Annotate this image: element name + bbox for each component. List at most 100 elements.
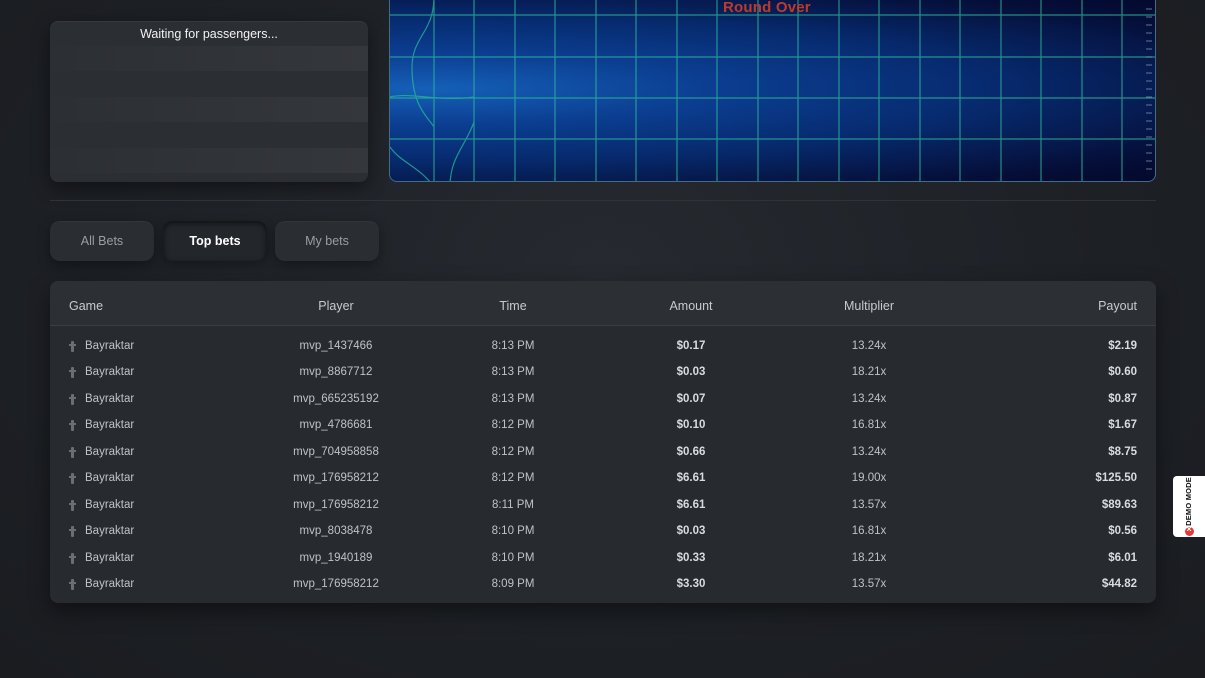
- table-row: Bayraktar mvp_4786681 8:12 PM $0.10 16.8…: [50, 413, 1156, 439]
- time-cell: 8:13 PM: [491, 366, 535, 378]
- round-status: Round Over: [723, 0, 811, 16]
- game-cell: Bayraktar: [69, 340, 134, 352]
- game-cell: Bayraktar: [69, 419, 134, 431]
- table-row: Bayraktar mvp_176958212 8:12 PM $6.61 19…: [50, 466, 1156, 492]
- table-row: Bayraktar mvp_1437466 8:13 PM $0.17 13.2…: [50, 334, 1156, 360]
- demo-mode-badge[interactable]: DEMO MODE: [1173, 476, 1205, 537]
- passengers-panel: Waiting for passengers...: [50, 21, 368, 182]
- time-cell: 8:12 PM: [491, 446, 535, 458]
- payout-cell: $89.63: [1101, 499, 1137, 511]
- drone-icon: [69, 525, 76, 537]
- game-cell: Bayraktar: [69, 578, 134, 590]
- drone-icon: [69, 419, 76, 431]
- amount-cell: $0.10: [676, 419, 706, 431]
- drone-icon: [69, 366, 76, 378]
- close-icon[interactable]: [1184, 524, 1194, 537]
- game-name: Bayraktar: [85, 393, 135, 405]
- time-cell: 8:11 PM: [492, 499, 534, 511]
- column-header-player: Player: [318, 299, 354, 313]
- game-cell: Bayraktar: [69, 499, 134, 511]
- column-header-payout: Payout: [1098, 299, 1137, 313]
- payout-cell: $0.60: [1108, 366, 1137, 378]
- multiplier-cell: 13.57x: [851, 499, 887, 511]
- game-cell: Bayraktar: [69, 393, 134, 405]
- game-cell: Bayraktar: [69, 472, 134, 484]
- player-cell: mvp_8038478: [299, 525, 373, 537]
- player-cell: mvp_704958858: [293, 446, 379, 458]
- multiplier-cell: 18.21x: [851, 552, 887, 564]
- game-grid: [390, 0, 1155, 181]
- multiplier-cell: 19.00x: [851, 472, 887, 484]
- game-name: Bayraktar: [85, 499, 135, 511]
- game-cell: Bayraktar: [69, 446, 134, 458]
- table-row: Bayraktar mvp_176958212 8:09 PM $3.30 13…: [50, 572, 1156, 598]
- drone-icon: [69, 578, 76, 590]
- game-name: Bayraktar: [85, 552, 135, 564]
- time-cell: 8:12 PM: [491, 419, 535, 431]
- game-name: Bayraktar: [85, 366, 135, 378]
- tab-my-bets[interactable]: My bets: [275, 221, 379, 261]
- amount-cell: $0.03: [676, 366, 706, 378]
- time-cell: 8:13 PM: [491, 393, 535, 405]
- game-cell: Bayraktar: [69, 525, 134, 537]
- game-name: Bayraktar: [85, 419, 135, 431]
- player-cell: mvp_665235192: [293, 393, 379, 405]
- passenger-slot: [50, 97, 368, 122]
- multiplier-cell: 16.81x: [851, 419, 887, 431]
- player-cell: mvp_1940189: [299, 552, 373, 564]
- game-name: Bayraktar: [85, 446, 135, 458]
- column-header-game: Game: [69, 299, 104, 313]
- drone-icon: [69, 340, 76, 352]
- player-cell: mvp_176958212: [293, 578, 379, 590]
- table-header: Game Player Time Amount Multiplier Payou…: [50, 281, 1156, 326]
- player-cell: mvp_176958212: [293, 472, 379, 484]
- game-canvas: Round Over: [389, 0, 1156, 182]
- tab-top-bets[interactable]: Top bets: [163, 221, 267, 261]
- amount-cell: $0.17: [676, 340, 706, 352]
- passenger-slot: [50, 46, 368, 71]
- player-cell: mvp_176958212: [293, 499, 379, 511]
- multiplier-cell: 18.21x: [851, 366, 887, 378]
- table-row: Bayraktar mvp_8867712 8:13 PM $0.03 18.2…: [50, 360, 1156, 386]
- drone-icon: [69, 393, 76, 405]
- column-header-time: Time: [499, 299, 527, 313]
- game-cell: Bayraktar: [69, 366, 134, 378]
- game-name: Bayraktar: [85, 472, 135, 484]
- amount-cell: $6.61: [676, 499, 706, 511]
- game-name: Bayraktar: [85, 525, 135, 537]
- game-name: Bayraktar: [85, 578, 135, 590]
- payout-cell: $44.82: [1101, 578, 1137, 590]
- player-cell: mvp_8867712: [299, 366, 373, 378]
- table-row: Bayraktar mvp_176958212 8:11 PM $6.61 13…: [50, 493, 1156, 519]
- drone-icon: [69, 499, 76, 511]
- amount-cell: $3.30: [676, 578, 706, 590]
- multiplier-cell: 13.57x: [851, 578, 887, 590]
- column-header-amount: Amount: [669, 299, 713, 313]
- drone-icon: [69, 472, 76, 484]
- multiplier-cell: 16.81x: [851, 525, 887, 537]
- section-divider: [50, 200, 1156, 201]
- game-name: Bayraktar: [85, 340, 135, 352]
- payout-cell: $0.56: [1108, 525, 1137, 537]
- multiplier-cell: 13.24x: [851, 446, 887, 458]
- table-row: Bayraktar mvp_1940189 8:10 PM $0.33 18.2…: [50, 546, 1156, 572]
- payout-cell: $125.50: [1095, 472, 1137, 484]
- payout-cell: $2.19: [1108, 340, 1137, 352]
- player-cell: mvp_4786681: [299, 419, 373, 431]
- player-cell: mvp_1437466: [299, 340, 373, 352]
- passengers-status: Waiting for passengers...: [140, 27, 278, 41]
- amount-cell: $0.66: [676, 446, 706, 458]
- time-cell: 8:10 PM: [491, 552, 535, 564]
- bets-table: Game Player Time Amount Multiplier Payou…: [50, 281, 1156, 603]
- tab-all-bets[interactable]: All Bets: [50, 221, 154, 261]
- payout-cell: $6.01: [1108, 552, 1137, 564]
- game-cell: Bayraktar: [69, 552, 134, 564]
- payout-cell: $0.87: [1108, 393, 1137, 405]
- demo-mode-label: DEMO MODE: [1184, 476, 1193, 526]
- drone-icon: [69, 552, 76, 564]
- table-row: Bayraktar mvp_665235192 8:13 PM $0.07 13…: [50, 387, 1156, 413]
- payout-cell: $8.75: [1108, 446, 1137, 458]
- amount-cell: $0.07: [676, 393, 706, 405]
- table-row: Bayraktar mvp_704958858 8:12 PM $0.66 13…: [50, 440, 1156, 466]
- drone-icon: [69, 446, 76, 458]
